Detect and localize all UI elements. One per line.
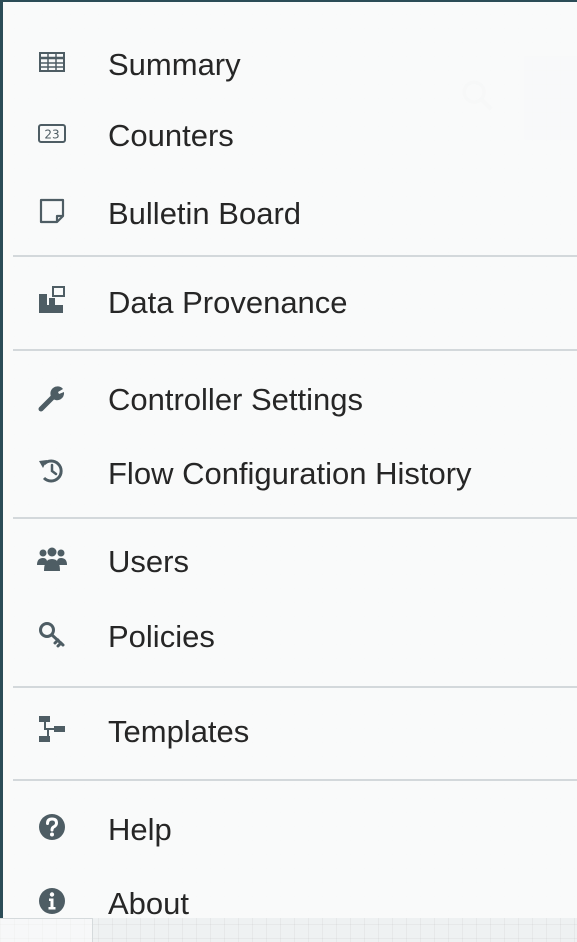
templates-icon xyxy=(36,713,68,745)
menu-item-data-provenance[interactable]: Data Provenance xyxy=(3,274,577,330)
bulletin-icon xyxy=(36,195,68,227)
menu-item-label: Policies xyxy=(108,619,215,654)
history-icon xyxy=(36,455,68,487)
global-menu-dropdown: Summary 23 Counters Bulletin Board Data … xyxy=(0,0,577,920)
wrench-icon xyxy=(36,381,68,413)
key-icon xyxy=(36,618,68,650)
menu-item-label: Bulletin Board xyxy=(108,196,302,231)
menu-item-summary[interactable]: Summary xyxy=(3,36,577,92)
menu-divider xyxy=(13,349,577,351)
menu-divider xyxy=(13,255,577,257)
menu-item-label: Users xyxy=(108,544,189,579)
help-icon xyxy=(36,811,68,843)
table-icon xyxy=(36,46,68,78)
menu-item-flow-configuration-history[interactable]: Flow Configuration History xyxy=(3,445,577,501)
menu-item-label: Controller Settings xyxy=(108,382,364,417)
menu-divider xyxy=(13,686,577,688)
menu-item-help[interactable]: Help xyxy=(3,801,577,857)
menu-item-controller-settings[interactable]: Controller Settings xyxy=(3,371,577,427)
menu-item-bulletin-board[interactable]: Bulletin Board xyxy=(3,185,577,241)
users-icon xyxy=(36,543,68,575)
menu-item-label: Flow Configuration History xyxy=(108,456,472,491)
menu-item-label: Templates xyxy=(108,714,250,749)
menu-item-label: About xyxy=(108,886,190,921)
menu-item-label: Summary xyxy=(108,47,241,82)
menu-item-policies[interactable]: Policies xyxy=(3,608,577,664)
menu-divider xyxy=(13,517,577,519)
counter-icon: 23 xyxy=(36,117,68,149)
menu-item-about[interactable]: About xyxy=(3,875,577,931)
provenance-icon xyxy=(36,284,68,316)
menu-item-label: Counters xyxy=(108,118,234,153)
info-icon xyxy=(36,885,68,917)
menu-item-label: Data Provenance xyxy=(108,285,348,320)
menu-divider xyxy=(13,779,577,781)
svg-text:23: 23 xyxy=(44,128,59,142)
menu-item-label: Help xyxy=(108,812,172,847)
menu-item-users[interactable]: Users xyxy=(3,533,577,589)
menu-item-templates[interactable]: Templates xyxy=(3,703,577,759)
menu-item-counters[interactable]: 23 Counters xyxy=(3,107,577,163)
